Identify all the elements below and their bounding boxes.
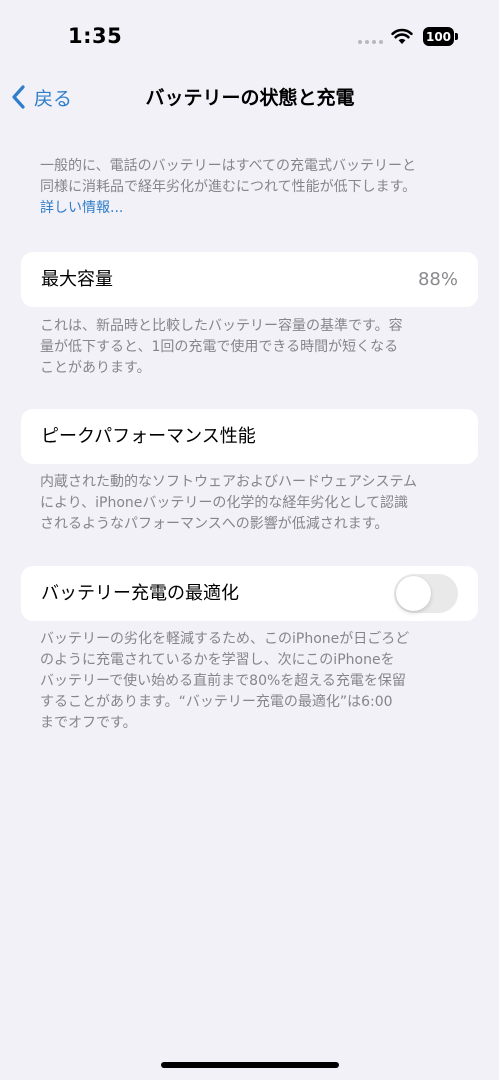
optimized-charging-row: バッテリー充電の最適化 bbox=[21, 566, 478, 621]
back-label: 戻る bbox=[34, 87, 73, 110]
description-line: 量が低下すると、1回の充電で使用できる時間が短くなる bbox=[40, 339, 399, 355]
max-capacity-value: 88% bbox=[417, 269, 458, 290]
wifi-icon bbox=[391, 28, 413, 44]
description-line: のように充電されているかを学習し、次にこのiPhoneを bbox=[40, 652, 395, 668]
description-line: することがあります。“バッテリー充電の最適化”は6:00 bbox=[40, 694, 393, 710]
max-capacity-row: 最大容量 88% bbox=[21, 252, 478, 307]
description-line: ことがあります。 bbox=[40, 360, 151, 376]
battery-health-screen: 1:35 100 戻る バッテリーの状態と充電 一般的に、電話のバッテリーはすべ… bbox=[0, 0, 499, 1080]
learn-more-link[interactable]: 詳しい情報... bbox=[40, 198, 470, 219]
description-line: バッテリーで使い始める直前まで80%を超える充電を保留 bbox=[40, 673, 406, 689]
description-line: バッテリーの劣化を軽減するため、このiPhoneが日ごろど bbox=[40, 631, 410, 647]
intro-line: 同様に消耗品で経年劣化が進むにつれて性能が低下します。 bbox=[40, 179, 417, 195]
max-capacity-label: 最大容量 bbox=[41, 269, 113, 290]
peak-performance-label: ピークパフォーマンス性能 bbox=[41, 426, 256, 447]
peak-performance-row: ピークパフォーマンス性能 bbox=[21, 409, 478, 464]
back-button[interactable]: 戻る bbox=[10, 80, 72, 114]
page-title: バッテリーの状態と充電 bbox=[145, 87, 355, 109]
description-line: までオフです。 bbox=[40, 715, 137, 731]
description-line: 内蔵された動的なソフトウェアおよびハードウェアシステム bbox=[40, 474, 418, 490]
optimized-charging-description: バッテリーの劣化を軽減するため、このiPhoneが日ごろど のように充電されてい… bbox=[40, 629, 470, 734]
intro-text: 一般的に、電話のバッテリーはすべての充電式バッテリーと 同様に消耗品で経年劣化が… bbox=[40, 156, 470, 219]
description-line: されるようなパフォーマンスへの影響が低減されます。 bbox=[40, 516, 389, 532]
status-time: 1:35 bbox=[68, 24, 123, 48]
battery-icon: 100 bbox=[423, 27, 454, 46]
description-line: により、iPhoneバッテリーの化学的な経年劣化として認識 bbox=[40, 495, 408, 511]
cellular-dots-icon bbox=[358, 40, 383, 44]
battery-cap bbox=[455, 33, 458, 40]
max-capacity-description: これは、新品時と比較したバッテリー容量の基準です。容 量が低下すると、1回の充電… bbox=[40, 316, 470, 379]
intro-line: 一般的に、電話のバッテリーはすべての充電式バッテリーと bbox=[40, 158, 417, 174]
optimized-charging-label: バッテリー充電の最適化 bbox=[41, 583, 239, 604]
status-bar: 1:35 100 bbox=[0, 0, 499, 70]
description-line: これは、新品時と比較したバッテリー容量の基準です。容 bbox=[40, 318, 403, 334]
chevron-left-icon bbox=[12, 85, 25, 109]
toggle-knob bbox=[396, 576, 431, 611]
optimized-charging-toggle[interactable] bbox=[394, 574, 458, 613]
home-indicator[interactable] bbox=[161, 1062, 339, 1068]
battery-level: 100 bbox=[425, 29, 452, 44]
peak-performance-description: 内蔵された動的なソフトウェアおよびハードウェアシステム により、iPhoneバッ… bbox=[40, 472, 470, 535]
